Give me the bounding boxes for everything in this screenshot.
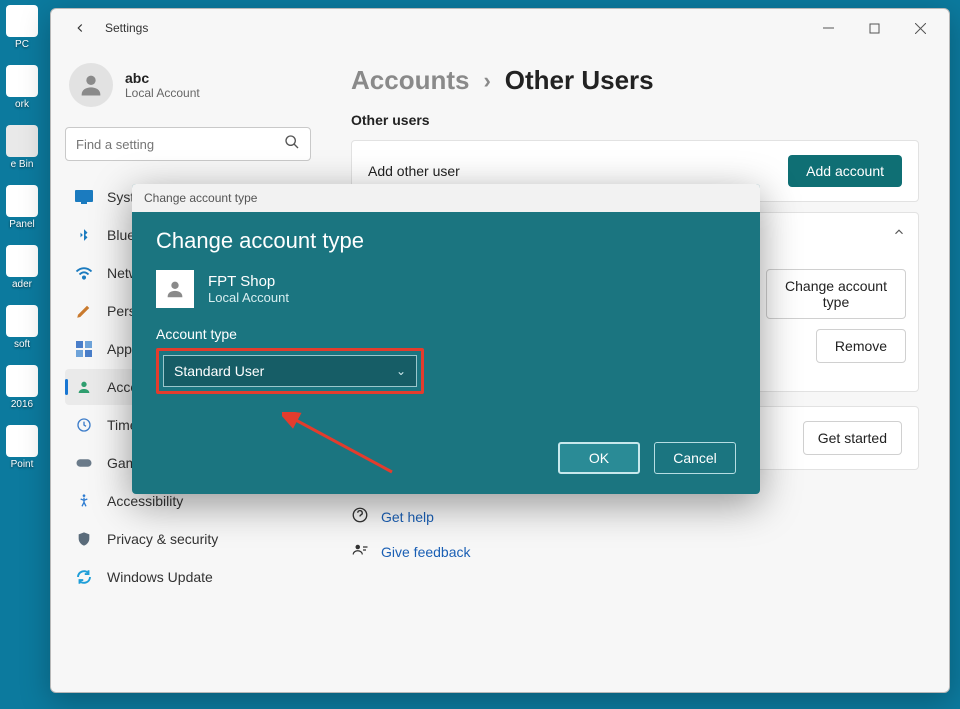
breadcrumb: Accounts › Other Users [351,65,919,96]
clock-icon [75,416,93,434]
titlebar: Settings [51,9,949,47]
ok-button[interactable]: OK [558,442,640,474]
feedback-icon [351,541,369,562]
minimize-button[interactable] [805,12,851,44]
change-account-type-button[interactable]: Change account type [766,269,906,319]
chevron-down-icon: ⌄ [396,364,406,378]
dialog-heading: Change account type [156,228,736,254]
accessibility-icon [75,492,93,510]
search-input[interactable] [76,137,284,152]
chevron-right-icon: › [483,68,490,94]
apps-icon [75,340,93,358]
section-label: Other users [351,112,919,128]
search-icon [284,134,300,155]
desktop-icon[interactable]: e Bin [2,125,42,180]
desktop-icon[interactable]: ader [2,245,42,300]
desktop-icon[interactable]: PC [2,5,42,60]
change-account-type-dialog: Change account type Change account type … [132,184,760,494]
highlight-annotation: Standard User ⌄ [156,348,424,394]
add-account-button[interactable]: Add account [788,155,902,187]
wifi-icon [75,264,93,282]
account-type-select[interactable]: Standard User ⌄ [163,355,417,387]
back-button[interactable] [65,13,95,43]
nav-update[interactable]: Windows Update [65,559,311,595]
desktop-icons: PC ork e Bin Panel ader soft 2016 Point [0,0,50,709]
bluetooth-icon [75,226,93,244]
avatar [69,63,113,107]
desktop-icon[interactable]: ork [2,65,42,120]
breadcrumb-current: Other Users [505,65,654,96]
nav-label: Accessibility [107,493,183,509]
close-button[interactable] [897,12,943,44]
profile-name: abc [125,70,200,86]
get-help-label: Get help [381,509,434,525]
help-icon [351,506,369,527]
shield-icon [75,530,93,548]
dialog-user-name: FPT Shop [208,273,289,290]
chevron-up-icon[interactable] [892,226,906,243]
dialog-titlebar: Change account type [132,184,760,212]
give-feedback-label: Give feedback [381,544,471,560]
nav-label: Windows Update [107,569,213,585]
add-user-label: Add other user [368,163,460,179]
nav-privacy[interactable]: Privacy & security [65,521,311,557]
profile-subtitle: Local Account [125,86,200,100]
account-type-label: Account type [156,326,736,342]
brush-icon [75,302,93,320]
get-started-button[interactable]: Get started [803,421,902,455]
search-box[interactable] [65,127,311,161]
desktop-icon[interactable]: soft [2,305,42,360]
dialog-user-block: FPT Shop Local Account [156,270,736,308]
person-icon [75,378,93,396]
desktop-icon[interactable]: 2016 [2,365,42,420]
dialog-avatar [156,270,194,308]
cancel-button[interactable]: Cancel [654,442,736,474]
select-value: Standard User [174,363,264,379]
desktop-icon[interactable]: Panel [2,185,42,240]
maximize-button[interactable] [851,12,897,44]
system-icon [75,188,93,206]
update-icon [75,568,93,586]
window-title: Settings [105,21,148,35]
remove-button[interactable]: Remove [816,329,906,363]
dialog-user-sub: Local Account [208,290,289,305]
breadcrumb-parent[interactable]: Accounts [351,65,469,96]
give-feedback-link[interactable]: Give feedback [351,541,919,562]
profile-block[interactable]: abc Local Account [65,57,311,123]
gamepad-icon [75,454,93,472]
nav-label: Privacy & security [107,531,218,547]
desktop-icon[interactable]: Point [2,425,42,480]
get-help-link[interactable]: Get help [351,506,919,527]
